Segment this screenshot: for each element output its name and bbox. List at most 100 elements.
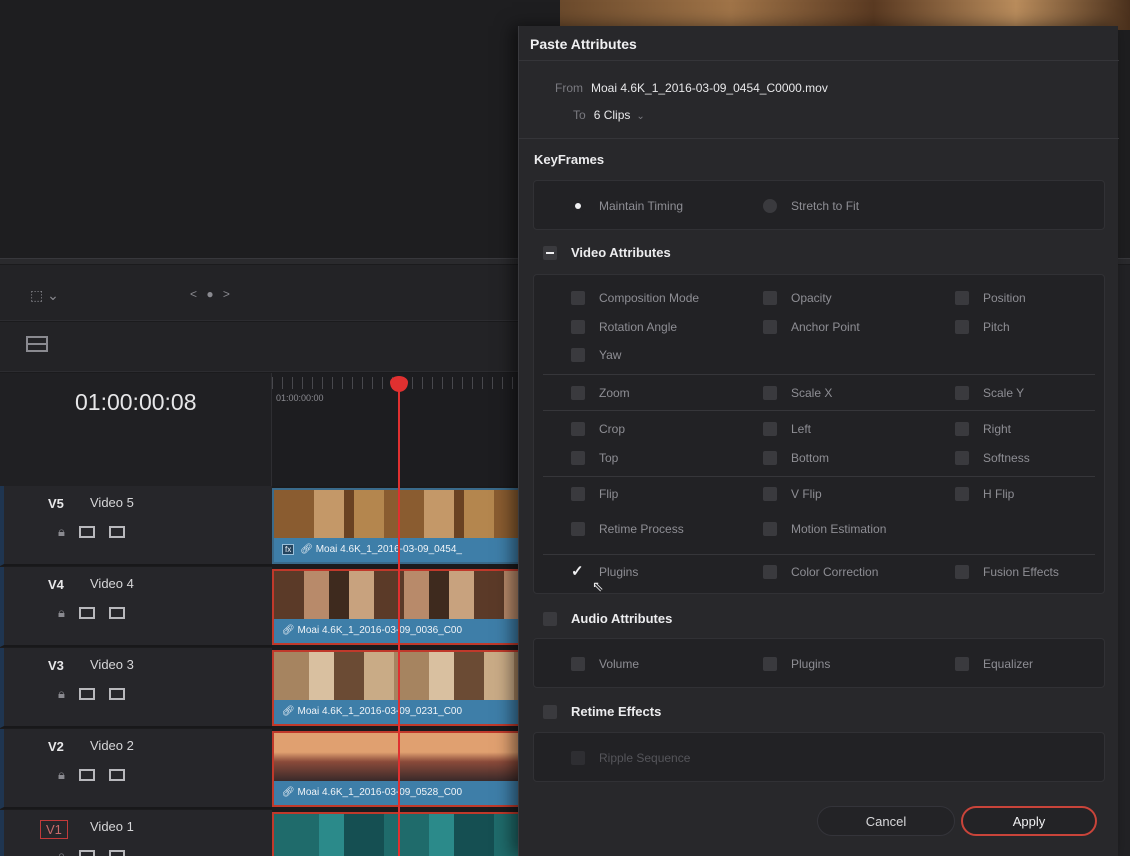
lock-icon[interactable]: 🔒︎	[58, 767, 65, 783]
right-checkbox[interactable]: Right	[955, 422, 1011, 436]
lock-icon[interactable]: 🔒︎	[58, 605, 65, 621]
checkbox-icon[interactable]	[763, 487, 777, 501]
color-correction-checkbox[interactable]: Color Correction	[763, 565, 878, 579]
partial-check-icon[interactable]	[543, 245, 557, 260]
lock-icon[interactable]: 🔒︎	[58, 848, 65, 856]
track-v1[interactable]: V1 Video 1 🔒︎	[0, 810, 272, 856]
checkbox-icon[interactable]	[543, 611, 557, 626]
motion-estimation-checkbox[interactable]: Motion Estimation	[763, 522, 886, 536]
lock-icon[interactable]: 🔒︎	[58, 524, 65, 540]
auto-select-icon[interactable]	[78, 526, 95, 538]
track-v3[interactable]: V3 Video 3 🔒︎	[0, 648, 272, 728]
softness-checkbox[interactable]: Softness	[955, 451, 1030, 465]
clip-v4[interactable]: 🔗︎ Moai 4.6K_1_2016-03-09_0036_C00	[272, 569, 522, 645]
selection-mode-icon[interactable]: ⬚ ⌄	[30, 287, 59, 304]
zoom-checkbox[interactable]: Zoom	[571, 386, 630, 400]
checkbox-icon[interactable]	[955, 451, 969, 465]
checkbox-icon[interactable]	[763, 422, 777, 436]
enable-track-icon[interactable]	[108, 607, 125, 619]
to-row[interactable]: To 6 Clips ⌄	[573, 108, 645, 122]
checkbox-icon[interactable]	[763, 451, 777, 465]
checkbox-icon[interactable]	[571, 348, 585, 362]
retime-process-checkbox[interactable]: Retime Process	[571, 522, 684, 536]
v-flip-checkbox[interactable]: V Flip	[763, 487, 822, 501]
volume-checkbox[interactable]: Volume	[571, 657, 639, 671]
equalizer-checkbox[interactable]: Equalizer	[955, 657, 1033, 671]
chevron-down-icon[interactable]: ⌄	[636, 111, 644, 122]
enable-track-icon[interactable]	[108, 526, 125, 538]
track-id[interactable]: V1	[40, 820, 68, 839]
apply-button[interactable]: Apply	[961, 806, 1097, 836]
crop-checkbox[interactable]: Crop	[571, 422, 625, 436]
anchor-point-checkbox[interactable]: Anchor Point	[763, 320, 860, 334]
timeline-view-options-icon[interactable]	[26, 336, 48, 352]
checkbox-icon[interactable]	[955, 422, 969, 436]
top-checkbox[interactable]: Top	[571, 451, 618, 465]
to-value[interactable]: 6 Clips	[594, 108, 631, 122]
audio-attributes-toggle[interactable]: Audio Attributes	[543, 611, 672, 626]
clip-navigator[interactable]: < ● >	[190, 287, 233, 301]
enable-track-icon[interactable]	[108, 688, 125, 700]
checkmark-icon[interactable]	[571, 562, 585, 580]
track-name[interactable]: Video 3	[90, 657, 134, 672]
checkbox-icon[interactable]	[955, 487, 969, 501]
clip-v1[interactable]	[272, 812, 522, 856]
auto-select-icon[interactable]	[78, 769, 95, 781]
left-checkbox[interactable]: Left	[763, 422, 811, 436]
track-name[interactable]: Video 1	[90, 819, 134, 834]
checkbox-icon[interactable]	[571, 657, 585, 671]
cancel-button[interactable]: Cancel	[817, 806, 955, 836]
auto-select-icon[interactable]	[78, 607, 95, 619]
checkbox-icon[interactable]	[571, 320, 585, 334]
clip-v5[interactable]: fx 🔗︎ Moai 4.6K_1_2016-03-09_0454_	[272, 488, 522, 564]
pitch-checkbox[interactable]: Pitch	[955, 320, 1010, 334]
track-name[interactable]: Video 5	[90, 495, 134, 510]
track-name[interactable]: Video 4	[90, 576, 134, 591]
flip-checkbox[interactable]: Flip	[571, 487, 618, 501]
bottom-checkbox[interactable]: Bottom	[763, 451, 829, 465]
checkbox-icon[interactable]	[571, 451, 585, 465]
checkbox-icon[interactable]	[543, 704, 557, 719]
lock-icon[interactable]: 🔒︎	[58, 686, 65, 702]
composition-mode-checkbox[interactable]: Composition Mode	[571, 291, 699, 305]
checkbox-icon[interactable]	[955, 386, 969, 400]
checkbox-icon[interactable]	[571, 386, 585, 400]
clip-v2[interactable]: 🔗︎ Moai 4.6K_1_2016-03-09_0528_C00	[272, 731, 522, 807]
h-flip-checkbox[interactable]: H Flip	[955, 487, 1014, 501]
opacity-checkbox[interactable]: Opacity	[763, 291, 832, 305]
track-v4[interactable]: V4 Video 4 🔒︎	[0, 567, 272, 647]
plugins-checkbox[interactable]: Plugins	[571, 562, 638, 580]
playhead-line[interactable]	[398, 378, 400, 856]
maintain-timing-radio[interactable]: Maintain Timing	[571, 199, 683, 213]
checkbox-icon[interactable]	[955, 291, 969, 305]
auto-select-icon[interactable]	[78, 688, 95, 700]
checkbox-icon[interactable]	[763, 522, 777, 536]
track-v2[interactable]: V2 Video 2 🔒︎	[0, 729, 272, 809]
stretch-to-fit-radio[interactable]: Stretch to Fit	[763, 199, 859, 213]
position-checkbox[interactable]: Position	[955, 291, 1026, 305]
scale-y-checkbox[interactable]: Scale Y	[955, 386, 1024, 400]
checkbox-icon[interactable]	[763, 386, 777, 400]
checkbox-icon[interactable]	[763, 657, 777, 671]
enable-track-icon[interactable]	[108, 850, 125, 856]
checkbox-icon[interactable]	[571, 291, 585, 305]
checkbox-icon[interactable]	[763, 320, 777, 334]
track-v5[interactable]: V5 Video 5 🔒︎	[0, 486, 272, 566]
auto-select-icon[interactable]	[78, 850, 95, 856]
track-name[interactable]: Video 2	[90, 738, 134, 753]
rotation-angle-checkbox[interactable]: Rotation Angle	[571, 320, 677, 334]
enable-track-icon[interactable]	[108, 769, 125, 781]
retime-effects-toggle[interactable]: Retime Effects	[543, 704, 661, 719]
fusion-effects-checkbox[interactable]: Fusion Effects	[955, 565, 1059, 579]
clip-v3[interactable]: 🔗︎ Moai 4.6K_1_2016-03-09_0231_C00	[272, 650, 522, 726]
checkbox-icon[interactable]	[955, 657, 969, 671]
radio-unselected-icon[interactable]	[763, 199, 777, 213]
audio-plugins-checkbox[interactable]: Plugins	[763, 657, 830, 671]
scale-x-checkbox[interactable]: Scale X	[763, 386, 832, 400]
checkbox-icon[interactable]	[571, 487, 585, 501]
checkbox-icon[interactable]	[763, 565, 777, 579]
checkbox-icon[interactable]	[955, 320, 969, 334]
checkbox-icon[interactable]	[571, 422, 585, 436]
yaw-checkbox[interactable]: Yaw	[571, 348, 621, 362]
video-attributes-toggle[interactable]: Video Attributes	[543, 245, 671, 260]
